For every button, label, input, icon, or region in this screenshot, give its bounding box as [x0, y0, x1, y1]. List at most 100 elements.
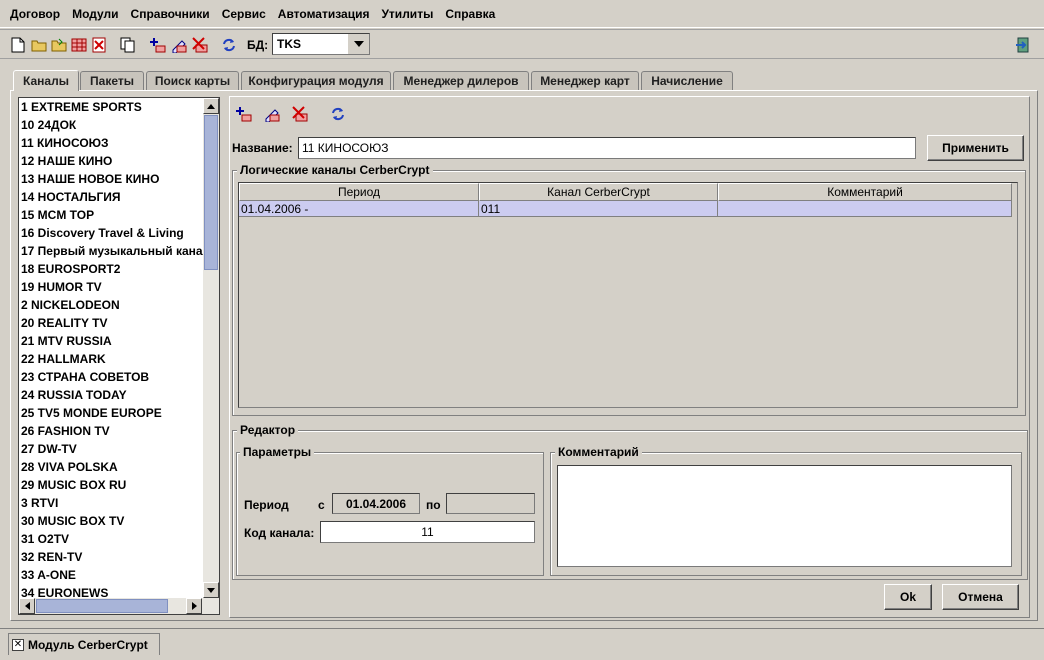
tab-module-config[interactable]: Конфигурация модуля [241, 71, 391, 90]
tab-billing[interactable]: Начисление [641, 71, 733, 90]
table-cell-comment[interactable] [718, 201, 1012, 217]
list-item[interactable]: 31 O2TV [19, 530, 203, 548]
comment-title: Комментарий [555, 445, 642, 459]
vertical-scroll-thumb[interactable] [204, 115, 218, 270]
period-to-label: по [426, 498, 441, 512]
scroll-right-icon[interactable] [186, 598, 202, 614]
scroll-down-icon[interactable] [203, 582, 219, 598]
list-item[interactable]: 14 НОСТАЛЬГИЯ [19, 188, 203, 206]
column-header-period[interactable]: Период [239, 183, 479, 201]
tab-dealer-manager[interactable]: Менеджер дилеров [393, 71, 529, 90]
name-field[interactable]: 11 КИНОСОЮЗ [298, 137, 916, 159]
scroll-left-icon[interactable] [19, 598, 35, 614]
edit-record-icon[interactable] [171, 37, 187, 53]
scroll-up-icon[interactable] [203, 98, 219, 114]
list-item[interactable]: 10 24ДОК [19, 116, 203, 134]
list-item[interactable]: 15 MCM TOP [19, 206, 203, 224]
menu-bar: Договор Модули Справочники Сервис Автома… [0, 0, 1044, 28]
open-folder-2-icon[interactable] [51, 37, 67, 53]
menu-utilities[interactable]: Утилиты [375, 7, 439, 21]
refresh-icon[interactable] [221, 37, 237, 53]
name-label: Название: [232, 141, 293, 155]
list-item[interactable]: 30 MUSIC BOX TV [19, 512, 203, 530]
list-item[interactable]: 26 FASHION TV [19, 422, 203, 440]
db-select[interactable]: TKS [272, 33, 370, 55]
cancel-button[interactable]: Отмена [942, 584, 1019, 610]
period-from-label: с [318, 498, 325, 512]
period-from-field[interactable]: 01.04.2006 [332, 493, 420, 514]
comment-textarea[interactable] [557, 465, 1012, 567]
menu-automation[interactable]: Автоматизация [272, 7, 376, 21]
column-header-channel[interactable]: Канал CerberCrypt [479, 183, 718, 201]
editor-title: Редактор [237, 423, 299, 437]
toolbar: БД: TKS [0, 29, 1044, 59]
list-item[interactable]: 27 DW-TV [19, 440, 203, 458]
delete-record-icon[interactable] [192, 37, 208, 53]
list-item[interactable]: 22 HALLMARK [19, 350, 203, 368]
refresh-rows-icon[interactable] [330, 106, 346, 122]
apply-button[interactable]: Применить [927, 135, 1024, 161]
copy-icon[interactable] [120, 37, 136, 53]
db-select-value: TKS [277, 37, 301, 51]
list-item[interactable]: 28 VIVA POLSKA [19, 458, 203, 476]
menu-help[interactable]: Справка [439, 7, 501, 21]
add-record-icon[interactable] [150, 37, 166, 53]
name-field-value: 11 КИНОСОЮЗ [302, 141, 389, 155]
list-item[interactable]: 24 RUSSIA TODAY [19, 386, 203, 404]
tab-cerbercrypt-module[interactable]: ✕ Модуль CerberCrypt [8, 633, 160, 655]
menu-contract[interactable]: Договор [4, 7, 66, 21]
ok-button[interactable]: Ok [884, 584, 932, 610]
exit-icon[interactable] [1015, 36, 1033, 54]
document-tab-bar: ✕ Модуль CerberCrypt [0, 628, 1044, 660]
list-item[interactable]: 23 СТРАНА СОВЕТОВ [19, 368, 203, 386]
horizontal-scrollbar[interactable] [19, 598, 219, 614]
new-document-icon[interactable] [10, 37, 26, 53]
period-from-value: 01.04.2006 [345, 496, 407, 511]
tab-channels[interactable]: Каналы [13, 70, 79, 91]
table-icon[interactable] [71, 37, 87, 53]
tab-cerbercrypt-module-label: Модуль CerberCrypt [28, 637, 148, 652]
channel-code-field[interactable]: 11 [320, 521, 535, 543]
tab-packages[interactable]: Пакеты [80, 71, 144, 90]
list-item[interactable]: 11 КИНОСОЮЗ [19, 134, 203, 152]
tab-card-manager[interactable]: Менеджер карт [531, 71, 639, 90]
delete-row-icon[interactable] [292, 106, 308, 122]
list-item[interactable]: 32 REN-TV [19, 548, 203, 566]
table-cell-period[interactable]: 01.04.2006 - [239, 201, 479, 217]
list-item[interactable]: 21 MTV RUSSIA [19, 332, 203, 350]
list-item[interactable]: 12 НАШЕ КИНО [19, 152, 203, 170]
list-item[interactable]: 2 NICKELODEON [19, 296, 203, 314]
list-item[interactable]: 1 EXTREME SPORTS [19, 98, 203, 116]
list-item[interactable]: 3 RTVI [19, 494, 203, 512]
tab-card-search[interactable]: Поиск карты [146, 71, 239, 90]
list-item[interactable]: 18 EUROSPORT2 [19, 260, 203, 278]
channel-code-value: 11 [421, 525, 434, 539]
period-to-field[interactable] [446, 493, 535, 514]
list-item[interactable]: 25 TV5 MONDE EUROPE [19, 404, 203, 422]
list-item[interactable]: 16 Discovery Travel & Living [19, 224, 203, 242]
parameters-group [236, 452, 544, 576]
menu-modules[interactable]: Модули [66, 7, 124, 21]
list-item[interactable]: 20 REALITY TV [19, 314, 203, 332]
list-item[interactable]: 33 A-ONE [19, 566, 203, 584]
table-cell-channel[interactable]: 011 [479, 201, 718, 217]
open-folder-icon[interactable] [31, 37, 47, 53]
edit-row-icon[interactable] [264, 106, 280, 122]
vertical-scrollbar[interactable] [203, 98, 219, 598]
list-item[interactable]: 19 HUMOR TV [19, 278, 203, 296]
parameters-title: Параметры [240, 445, 315, 459]
list-item[interactable]: 17 Первый музыкальный канал [19, 242, 203, 260]
horizontal-scroll-thumb[interactable] [36, 599, 168, 613]
menu-service[interactable]: Сервис [216, 7, 272, 21]
chevron-down-icon[interactable] [347, 34, 369, 54]
menu-references[interactable]: Справочники [125, 7, 216, 21]
period-label: Период [244, 498, 289, 512]
column-header-comment[interactable]: Комментарий [718, 183, 1012, 201]
list-item[interactable]: 13 НАШЕ НОВОЕ КИНО [19, 170, 203, 188]
logical-channels-table[interactable]: Период Канал CerberCrypt Комментарий 01.… [238, 182, 1018, 408]
delete-doc-icon[interactable] [91, 37, 107, 53]
add-row-icon[interactable] [236, 106, 252, 122]
list-item[interactable]: 29 MUSIC BOX RU [19, 476, 203, 494]
close-icon[interactable]: ✕ [12, 638, 24, 651]
channel-list[interactable]: 1 EXTREME SPORTS 10 24ДОК 11 КИНОСОЮЗ 12 НА… [18, 97, 220, 615]
